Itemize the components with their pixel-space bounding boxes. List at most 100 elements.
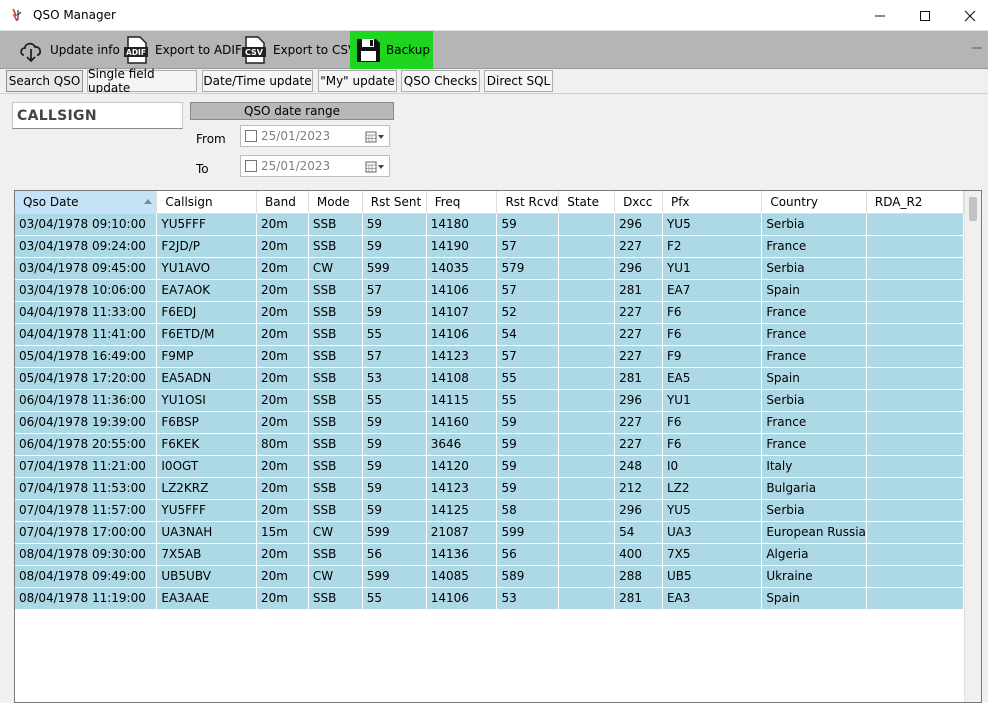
table-cell[interactable]: 20m [256,279,309,302]
table-cell[interactable]: 08/04/1978 11:19:00 [15,587,158,610]
table-cell[interactable]: F6EDJ [156,301,257,324]
table-cell[interactable]: F6 [662,433,763,456]
table-cell[interactable]: YU1 [662,389,763,412]
table-cell[interactable]: 59 [362,499,427,522]
table-cell[interactable]: YU5FFF [156,213,257,236]
tab-my-update[interactable]: "My" update [318,70,397,92]
table-cell[interactable]: F6KEK [156,433,257,456]
table-cell[interactable]: YU1OSI [156,389,257,412]
table-cell[interactable] [866,367,964,390]
table-cell[interactable]: 55 [362,389,427,412]
table-cell[interactable]: SSB [308,499,363,522]
table-cell[interactable]: F6 [662,323,763,346]
table-cell[interactable]: CW [308,257,363,280]
to-date-picker[interactable]: 25/01/2023 [240,155,390,177]
table-cell[interactable]: F6ETD/M [156,323,257,346]
table-cell[interactable]: 06/04/1978 20:55:00 [15,433,158,456]
table-cell[interactable]: SSB [308,279,363,302]
table-cell[interactable]: 07/04/1978 11:53:00 [15,477,158,500]
tab-search-qso[interactable]: Search QSO [6,70,83,92]
table-cell[interactable]: 59 [496,477,560,500]
table-cell[interactable]: 03/04/1978 09:10:00 [15,213,158,236]
table-cell[interactable]: 07/04/1978 11:21:00 [15,455,158,478]
table-cell[interactable]: SSB [308,477,363,500]
table-cell[interactable]: 59 [362,235,427,258]
table-cell[interactable]: 52 [496,301,560,324]
table-cell[interactable]: 05/04/1978 16:49:00 [15,345,158,368]
tab-direct-sql[interactable]: Direct SQL [484,70,553,92]
table-cell[interactable]: 03/04/1978 09:45:00 [15,257,158,280]
table-cell[interactable]: 599 [362,565,427,588]
table-cell[interactable]: Serbia [761,389,867,412]
table-cell[interactable]: EA5ADN [156,367,257,390]
table-row[interactable]: 08/04/1978 09:30:00 7X5AB 20m SSB 56 14136 56 4… [15,543,981,566]
table-cell[interactable]: EA7AOK [156,279,257,302]
table-cell[interactable]: 14120 [426,455,498,478]
table-cell[interactable]: 7X5 [662,543,763,566]
table-cell[interactable] [866,455,964,478]
tab-date-time-update[interactable]: Date/Time update [202,70,313,92]
table-cell[interactable]: Bulgaria [761,477,867,500]
table-cell[interactable]: France [761,323,867,346]
table-cell[interactable]: 06/04/1978 19:39:00 [15,411,158,434]
table-cell[interactable]: 3646 [426,433,498,456]
table-cell[interactable]: UA3NAH [156,521,257,544]
to-date-checkbox[interactable] [245,160,257,172]
table-cell[interactable] [558,565,616,588]
table-cell[interactable]: 281 [614,587,663,610]
table-cell[interactable]: 14115 [426,389,498,412]
table-cell[interactable]: LZ2KRZ [156,477,257,500]
table-cell[interactable] [866,301,964,324]
table-row[interactable]: 06/04/1978 19:39:00 F6BSP 20m SSB 59 14160 59 2… [15,411,981,434]
table-cell[interactable]: F2JD/P [156,235,257,258]
table-cell[interactable]: F6BSP [156,411,257,434]
table-cell[interactable]: YU1AVO [156,257,257,280]
table-cell[interactable]: I0 [662,455,763,478]
table-cell[interactable]: 227 [614,345,663,368]
table-cell[interactable]: 248 [614,455,663,478]
table-cell[interactable]: 400 [614,543,663,566]
table-cell[interactable]: 20m [256,367,309,390]
table-cell[interactable]: Serbia [761,499,867,522]
table-cell[interactable]: 589 [496,565,560,588]
table-cell[interactable]: 212 [614,477,663,500]
column-header-freq[interactable]: Freq [426,191,498,214]
table-cell[interactable]: 20m [256,499,309,522]
table-cell[interactable] [558,455,616,478]
table-cell[interactable]: CW [308,565,363,588]
table-cell[interactable]: 20m [256,345,309,368]
table-cell[interactable]: 599 [362,521,427,544]
table-cell[interactable]: 06/04/1978 11:36:00 [15,389,158,412]
table-cell[interactable]: 599 [496,521,560,544]
table-cell[interactable]: SSB [308,455,363,478]
table-cell[interactable]: 14123 [426,477,498,500]
table-cell[interactable]: 57 [496,235,560,258]
column-header-dxcc[interactable]: Dxcc [614,191,663,214]
tab-qso-checks[interactable]: QSO Checks [401,70,480,92]
scrollbar-thumb[interactable] [969,197,977,221]
table-cell[interactable]: 20m [256,323,309,346]
table-cell[interactable]: 227 [614,235,663,258]
table-cell[interactable]: 20m [256,543,309,566]
table-cell[interactable]: I0OGT [156,455,257,478]
table-cell[interactable]: 227 [614,411,663,434]
table-cell[interactable]: YU1 [662,257,763,280]
table-cell[interactable]: 15m [256,521,309,544]
backup-button[interactable]: Backup [350,31,433,69]
table-cell[interactable] [558,367,616,390]
table-cell[interactable]: 14108 [426,367,498,390]
table-cell[interactable]: France [761,411,867,434]
table-cell[interactable]: 08/04/1978 09:49:00 [15,565,158,588]
table-cell[interactable]: 296 [614,389,663,412]
table-cell[interactable]: 57 [496,279,560,302]
table-cell[interactable]: 59 [496,455,560,478]
table-row[interactable]: 07/04/1978 11:57:00 YU5FFF 20m SSB 59 14125 58… [15,499,981,522]
table-cell[interactable]: SSB [308,411,363,434]
table-cell[interactable]: 53 [362,367,427,390]
table-cell[interactable]: 14106 [426,279,498,302]
export-csv-button[interactable]: CSV Export to CSV [235,31,360,69]
export-adif-button[interactable]: ADIF Export to ADIF [117,31,246,69]
table-cell[interactable] [866,587,964,610]
table-cell[interactable] [866,411,964,434]
table-cell[interactable]: France [761,301,867,324]
